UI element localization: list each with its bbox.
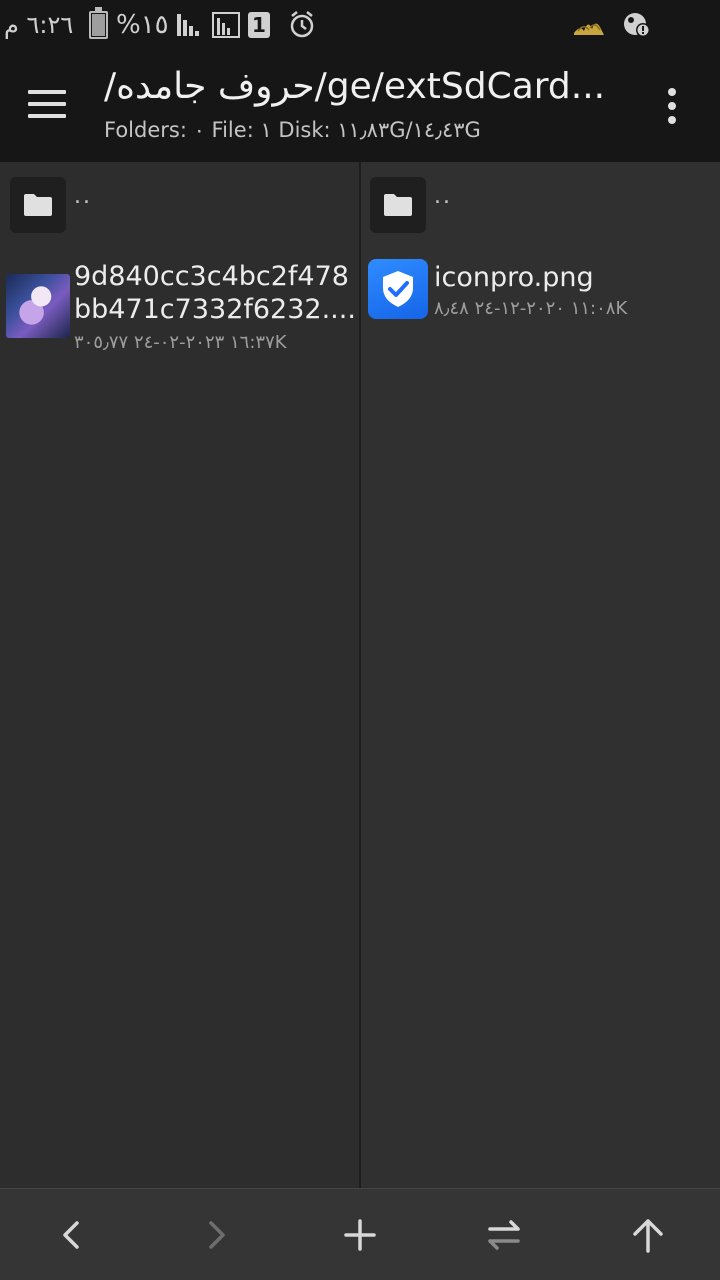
app-toolbar: /حروف جامده/ge/extSdCard... Folders: ٠ F… [0, 52, 720, 162]
parent-folder-button[interactable] [370, 177, 426, 233]
file-name: iconpro.png [434, 262, 594, 293]
folder-icon [384, 194, 412, 216]
menu-icon[interactable] [22, 82, 74, 128]
parent-folder-label: .. [74, 184, 92, 209]
parent-folder-label: .. [434, 184, 452, 209]
file-meta: ١٦:٣٧ ٢٠٢٣-٠٢-٢٤ ٣٠٥٫٧٧K [74, 332, 287, 353]
add-icon[interactable] [338, 1213, 382, 1257]
signal-icon [212, 12, 240, 38]
more-options-icon[interactable] [656, 84, 688, 128]
right-pane[interactable]: .. iconpro.png ١١:٠٨ ٢٠٢٠-١٢-٢٤ ٨٫٤٨K [361, 162, 720, 1188]
status-bar: ٦:٢٦ م %١٥ 1 [0, 0, 720, 52]
shield-check-icon [368, 259, 428, 319]
file-name-cont: bb471c7332f6232.... [74, 294, 356, 325]
back-icon[interactable] [50, 1213, 94, 1257]
parent-folder-button[interactable] [10, 177, 66, 233]
sim-icon: 1 [248, 12, 270, 38]
image-thumbnail [6, 274, 70, 338]
path-info: Folders: ٠ File: ١ Disk: ١١٫٨٣G/١٤٫٤٣G [104, 118, 481, 142]
signal-icon [177, 14, 199, 36]
status-time: ٦:٢٦ م [4, 11, 74, 39]
forward-icon[interactable] [194, 1213, 238, 1257]
left-pane[interactable]: .. 9d840cc3c4bc2f478 bb471c7332f6232....… [0, 162, 359, 1188]
app-logo-icon [574, 23, 604, 35]
alarm-icon [290, 11, 314, 38]
up-icon[interactable] [626, 1213, 670, 1257]
battery-icon [89, 7, 108, 39]
bottom-navigation [0, 1188, 720, 1280]
current-path: /حروف جامده/ge/extSdCard... [104, 66, 606, 107]
battery-percent: %١٥ [116, 10, 169, 40]
folder-icon [24, 194, 52, 216]
file-name: 9d840cc3c4bc2f478 [74, 261, 349, 292]
file-meta: ١١:٠٨ ٢٠٢٠-١٢-٢٤ ٨٫٤٨K [434, 298, 628, 319]
swap-icon[interactable] [482, 1213, 526, 1257]
notification-icon [624, 13, 650, 37]
